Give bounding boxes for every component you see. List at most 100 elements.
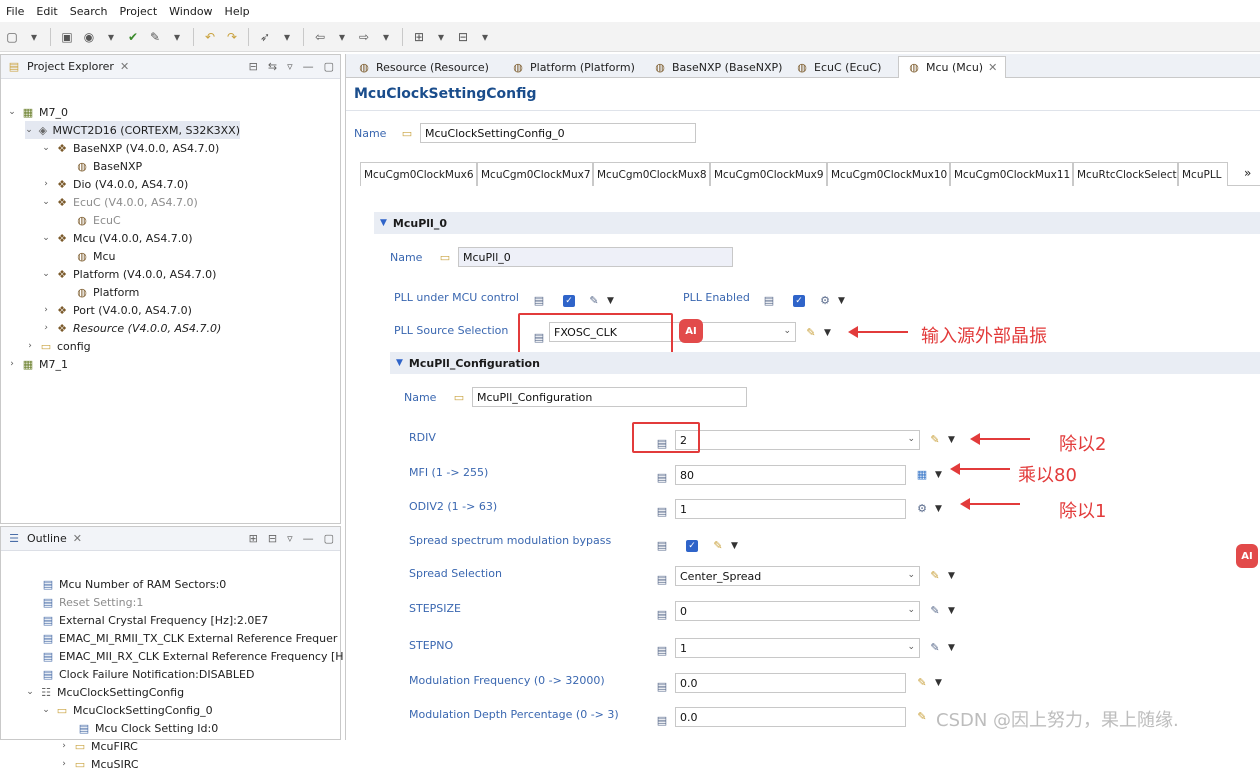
undo-icon[interactable]: ↶ xyxy=(202,29,218,45)
dropdown-icon[interactable]: ▼ xyxy=(731,541,738,551)
collapse-icon[interactable]: ⌄ xyxy=(7,107,17,117)
menu-window[interactable]: Window xyxy=(169,5,212,18)
chevron-down-icon[interactable]: ⌄ xyxy=(907,642,915,652)
close-icon[interactable]: ✕ xyxy=(73,532,82,545)
tree-item[interactable]: › ▦ M7_1 xyxy=(7,355,68,373)
menu-search[interactable]: Search xyxy=(70,5,108,18)
stepsize-select[interactable]: 0 ⌄ xyxy=(675,601,920,621)
dropdown-icon[interactable]: ▾ xyxy=(103,29,119,45)
chevron-down-icon[interactable]: ⌄ xyxy=(907,434,915,444)
more-tabs-icon[interactable]: » xyxy=(1244,166,1251,180)
tree-item[interactable]: ⌄ ❖ Platform (V4.0.0, AS4.7.0) xyxy=(41,265,216,283)
odiv2-input[interactable]: 1 xyxy=(675,499,906,519)
pll-enabled-checkbox[interactable]: ✓ xyxy=(793,295,805,307)
tree-item[interactable]: ◍ Mcu xyxy=(61,247,115,265)
expand-icon[interactable]: › xyxy=(59,759,69,769)
outline-item[interactable]: ⌄ ▭ McuClockSettingConfig_0 xyxy=(41,701,212,719)
expand-icon[interactable]: › xyxy=(25,341,35,351)
view-menu-icon[interactable]: ▿ xyxy=(287,532,293,545)
dropdown-icon[interactable]: ▼ xyxy=(607,296,614,306)
tab-mux7[interactable]: McuCgm0ClockMux7 xyxy=(477,162,593,186)
edit-icon[interactable]: ✎ xyxy=(915,709,929,723)
tree-item[interactable]: ◍ EcuC xyxy=(61,211,120,229)
tree-item[interactable]: ◍ BaseNXP xyxy=(61,157,142,175)
spread-bypass-checkbox[interactable]: ✓ xyxy=(686,540,698,552)
dropdown-icon[interactable]: ▼ xyxy=(824,328,831,338)
tree-item[interactable]: › ▭ config xyxy=(25,337,90,355)
mcupll-config-name-field[interactable]: McuPll_Configuration xyxy=(472,387,747,407)
outline-item[interactable]: ⌄ ☷ McuClockSettingConfig xyxy=(25,683,184,701)
expand-icon[interactable]: › xyxy=(59,741,69,751)
tab-mcu[interactable]: ◍ Mcu (Mcu) ✕ xyxy=(898,56,1007,78)
maximize-icon[interactable]: ▢ xyxy=(324,532,334,545)
chevron-down-icon[interactable]: ⌄ xyxy=(907,570,915,580)
tab-mux8[interactable]: McuCgm0ClockMux8 xyxy=(593,162,710,186)
pll-under-mcu-checkbox[interactable]: ✓ xyxy=(563,295,575,307)
mfi-input[interactable]: 80 xyxy=(675,465,906,485)
dropdown-icon[interactable]: ▾ xyxy=(433,29,449,45)
collapse-icon[interactable]: ⌄ xyxy=(25,125,33,135)
expand-icon[interactable]: › xyxy=(7,359,17,369)
menu-file[interactable]: File xyxy=(6,5,24,18)
edit-icon[interactable]: ✎ xyxy=(915,675,929,689)
mod-depth-input[interactable]: 0.0 xyxy=(675,707,906,727)
new-icon[interactable]: ▢ xyxy=(4,29,20,45)
dropdown-icon[interactable]: ▾ xyxy=(334,29,350,45)
collapse-all-icon[interactable]: ⊟ xyxy=(249,60,258,73)
collapse-icon[interactable]: ⌄ xyxy=(41,705,51,715)
tree-item[interactable]: ◍ Platform xyxy=(61,283,139,301)
tab-resource[interactable]: ◍ Resource (Resource) xyxy=(348,56,498,78)
layout-icon[interactable]: ⊟ xyxy=(455,29,471,45)
outline-item[interactable]: ▤ Mcu Number of RAM Sectors:0 xyxy=(41,575,227,593)
section-mcupll-0[interactable]: ▼ McuPll_0 xyxy=(374,212,1260,234)
maximize-icon[interactable]: ▢ xyxy=(324,60,334,73)
tab-mcupll[interactable]: McuPLL xyxy=(1178,162,1228,186)
tab-ecuc[interactable]: ◍ EcuC (EcuC) xyxy=(786,56,890,78)
view-menu-icon[interactable]: ▿ xyxy=(287,60,293,73)
collapse-icon[interactable]: ⌄ xyxy=(41,197,51,207)
collapse-icon[interactable]: ▼ xyxy=(380,218,387,228)
edit-icon[interactable]: ✎ xyxy=(928,640,942,654)
rdiv-select[interactable]: 2 ⌄ xyxy=(675,430,920,450)
dropdown-icon[interactable]: ▼ xyxy=(935,470,942,480)
config-name-field[interactable]: McuClockSettingConfig_0 xyxy=(420,123,696,143)
tree-item[interactable]: › ❖ Resource (V4.0.0, AS4.7.0) xyxy=(41,319,221,337)
dropdown-icon[interactable]: ▼ xyxy=(948,571,955,581)
outline-item[interactable]: ▤ External Crystal Frequency [Hz]:2.0E7 xyxy=(41,611,269,629)
section-mcupll-configuration[interactable]: ▼ McuPll_Configuration xyxy=(390,352,1260,374)
globe-icon[interactable]: ◉ xyxy=(81,29,97,45)
expand-all-icon[interactable]: ⊞ xyxy=(249,532,258,545)
spread-selection-select[interactable]: Center_Spread ⌄ xyxy=(675,566,920,586)
menu-help[interactable]: Help xyxy=(225,5,250,18)
ai-assistant-button[interactable]: AI xyxy=(1236,544,1258,568)
tab-mux6[interactable]: McuCgm0ClockMux6 xyxy=(360,162,477,186)
dropdown-icon[interactable]: ▼ xyxy=(948,435,955,445)
dropdown-icon[interactable]: ▼ xyxy=(948,643,955,653)
close-icon[interactable]: ✕ xyxy=(120,60,129,73)
tree-item[interactable]: › ❖ Dio (V4.0.0, AS4.7.0) xyxy=(41,175,188,193)
collapse-icon[interactable]: ⌄ xyxy=(41,233,51,243)
outline-item[interactable]: ▤ EMAC_MII_RX_CLK External Reference Freq… xyxy=(41,647,344,665)
edit-icon[interactable]: ✎ xyxy=(928,432,942,446)
redo-icon[interactable]: ↷ xyxy=(224,29,240,45)
tab-mux11[interactable]: McuCgm0ClockMux11 xyxy=(950,162,1073,186)
dropdown-icon[interactable]: ▾ xyxy=(26,29,42,45)
calc-icon[interactable]: ⚙ xyxy=(818,293,832,307)
minimize-icon[interactable]: — xyxy=(303,532,314,545)
dropdown-icon[interactable]: ▾ xyxy=(477,29,493,45)
tree-item[interactable]: ⌄ ❖ Mcu (V4.0.0, AS4.7.0) xyxy=(41,229,192,247)
pin-icon[interactable]: ⊞ xyxy=(411,29,427,45)
build-icon[interactable]: ✎ xyxy=(147,29,163,45)
outline-item[interactable]: › ▭ McuSIRC xyxy=(59,755,138,773)
dropdown-icon[interactable]: ▼ xyxy=(948,606,955,616)
edit-icon[interactable]: ✎ xyxy=(711,538,725,552)
outline-item[interactable]: ▤ Clock Failure Notification:DISABLED xyxy=(41,665,255,683)
calc-icon[interactable]: ⚙ xyxy=(915,501,929,515)
dropdown-icon[interactable]: ▼ xyxy=(935,504,942,514)
expand-icon[interactable]: › xyxy=(41,323,51,333)
save-icon[interactable]: ▣ xyxy=(59,29,75,45)
expand-icon[interactable]: › xyxy=(41,179,51,189)
collapse-icon[interactable]: ⌄ xyxy=(41,143,51,153)
tree-item[interactable]: ⌄ ▦ M7_0 xyxy=(7,103,68,121)
tab-basenxp[interactable]: ◍ BaseNXP (BaseNXP) xyxy=(644,56,791,78)
